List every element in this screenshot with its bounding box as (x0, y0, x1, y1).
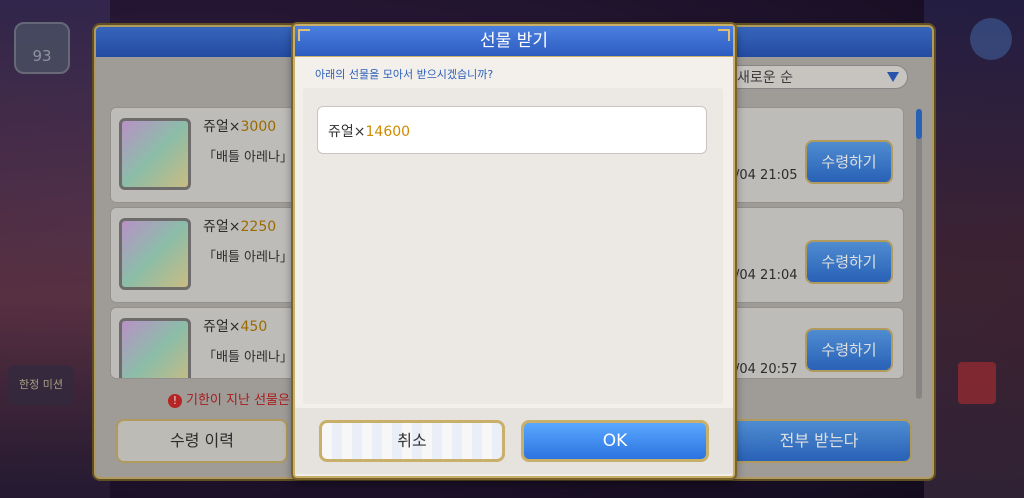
receive-gifts-dialog: 선물 받기 아래의 선물을 모아서 받으시겠습니까? 쥬얼×14600 취소 O… (293, 24, 735, 478)
ok-button[interactable]: OK (521, 420, 709, 462)
cancel-button[interactable]: 취소 (319, 420, 505, 462)
dialog-subtitle: 아래의 선물을 모아서 받으시겠습니까? (315, 68, 494, 81)
dialog-title: 선물 받기 (480, 31, 548, 51)
gift-summary-item: 쥬얼×14600 (317, 106, 707, 154)
gift-summary-text: 쥬얼×14600 (328, 124, 411, 140)
